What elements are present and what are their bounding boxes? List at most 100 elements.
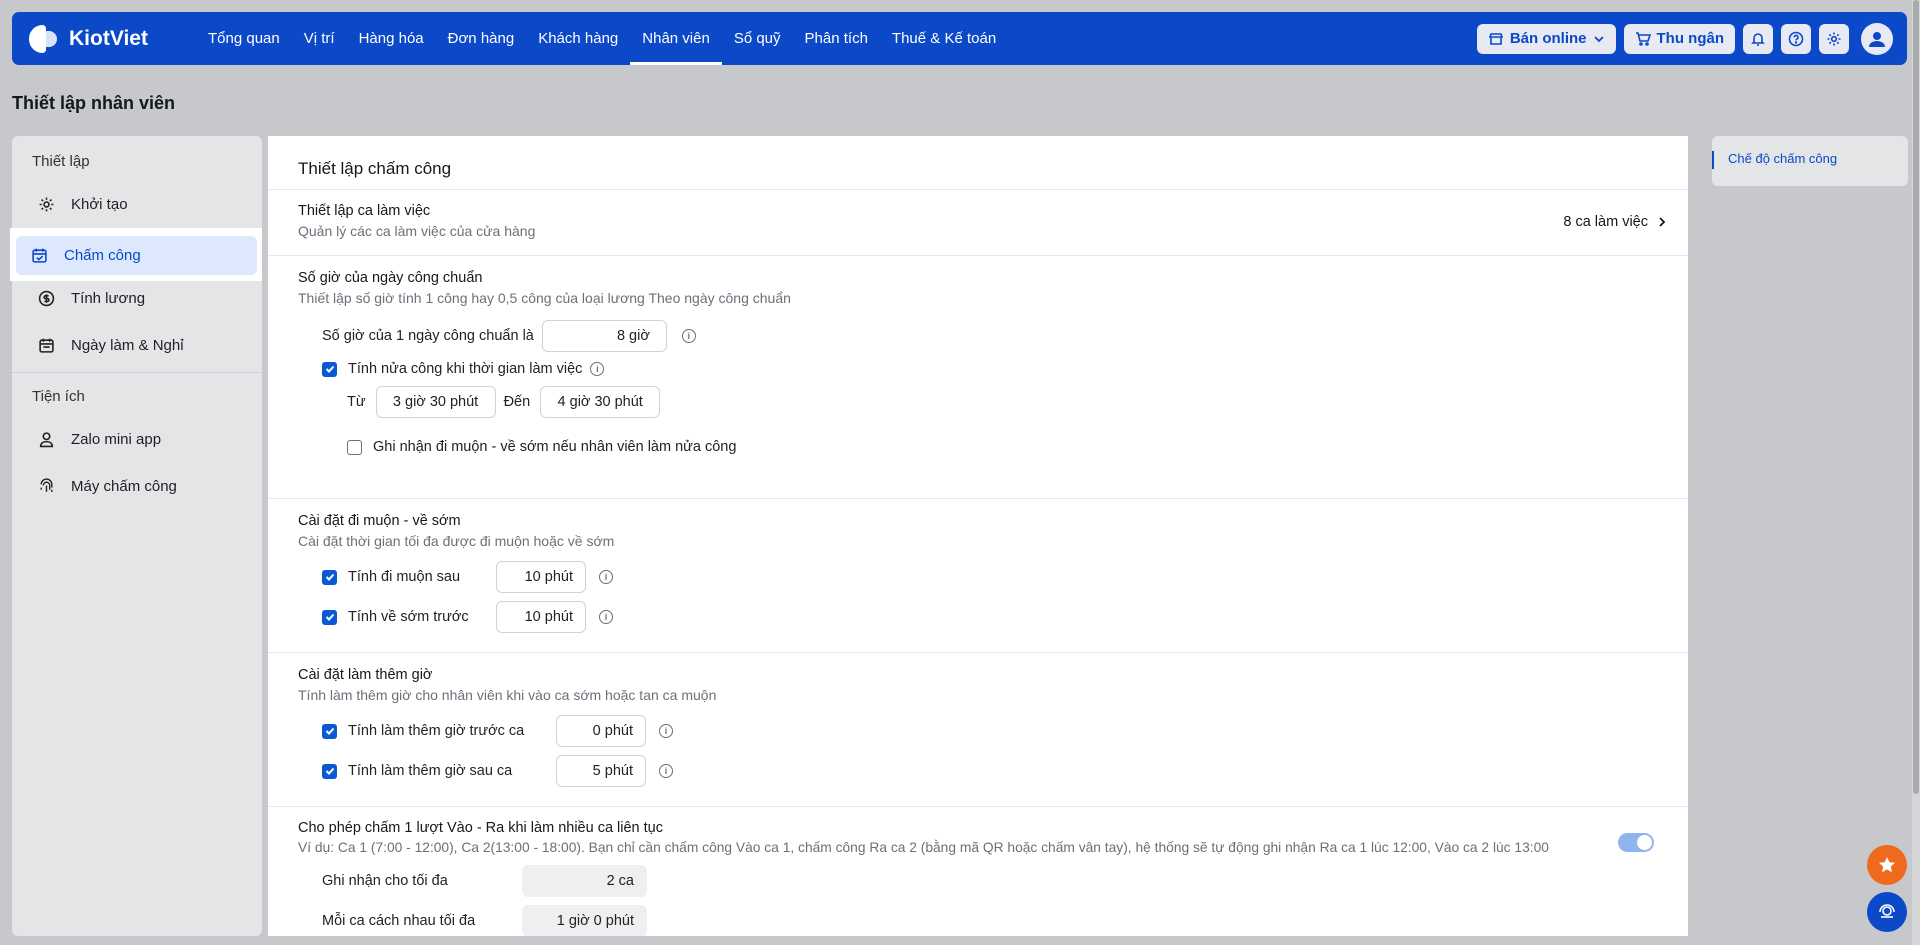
nav-hang-hoa[interactable]: Hàng hóa	[347, 12, 436, 65]
from-input[interactable]: 3 giờ 30 phút	[375, 386, 496, 418]
info-icon[interactable]: i	[599, 610, 613, 624]
overtime-after-checkbox[interactable]	[322, 763, 337, 779]
sidebar-group-tien-ich: Tiện ích	[32, 387, 85, 405]
sidebar-item-may-cham-cong[interactable]: Máy chấm công	[18, 466, 256, 506]
cart-icon	[1635, 31, 1651, 46]
sidebar-item-ngay-lam-nghi[interactable]: Ngày làm & Nghỉ	[18, 325, 256, 365]
help-button[interactable]	[1781, 23, 1811, 54]
gear-icon	[1827, 32, 1841, 45]
early-minutes-input[interactable]: 10 phút	[496, 601, 586, 633]
info-icon[interactable]: i	[590, 362, 605, 376]
rating-fab[interactable]	[1867, 845, 1907, 885]
sidebar-item-cham-cong[interactable]: Chấm công	[16, 236, 257, 275]
nav-vi-tri[interactable]: Vị trí	[292, 12, 347, 65]
late-minutes-input[interactable]: 10 phút	[496, 561, 586, 593]
info-icon[interactable]: i	[659, 724, 673, 738]
half-day-label: Tính nửa công khi thời gian làm việc	[348, 361, 583, 377]
multi-shift-title: Cho phép chấm 1 lượt Vào - Ra khi làm nh…	[298, 820, 663, 836]
shift-gap-label: Mỗi ca cách nhau tối đa	[322, 913, 476, 929]
nav-so-quy[interactable]: Sổ quỹ	[722, 12, 793, 65]
early-label: Tính về sớm trước	[348, 609, 469, 625]
nav-tong-quan[interactable]: Tổng quan	[196, 12, 292, 65]
sidebar-group-thiet-lap: Thiết lập	[32, 152, 90, 170]
kiotviet-logo[interactable]: KiotViet	[27, 22, 167, 56]
dollar-circle-icon	[38, 290, 55, 306]
sidebar-item-label: Chấm công	[64, 247, 141, 264]
user-avatar[interactable]	[1861, 22, 1893, 55]
attendance-settings-panel: Thiết lập chấm công Thiết lập ca làm việ…	[268, 136, 1688, 936]
standard-hours-label: Số giờ của 1 ngày công chuẩn là	[322, 328, 534, 344]
late-early-section: Cài đặt đi muộn - về sớm Cài đặt thời gi…	[268, 499, 1688, 653]
thu-ngan-label: Thu ngân	[1656, 30, 1725, 47]
nav-don-hang[interactable]: Đơn hàng	[436, 12, 527, 65]
standard-day-desc: Thiết lập số giờ tính 1 công hay 0,5 côn…	[298, 290, 791, 306]
page-title: Thiết lập nhân viên	[12, 93, 176, 113]
overtime-after-input[interactable]: 5 phút	[556, 755, 646, 787]
standard-day-section: Số giờ của ngày công chuẩn Thiết lập số …	[268, 256, 1688, 499]
gear-icon	[39, 197, 54, 211]
overtime-before-checkbox[interactable]	[322, 723, 337, 739]
brand-name: KiotViet	[69, 26, 148, 50]
shift-settings-row[interactable]: Thiết lập ca làm việc Quản lý các ca làm…	[268, 190, 1688, 256]
info-icon[interactable]: i	[659, 764, 673, 778]
ban-online-button[interactable]: Bán online	[1476, 23, 1616, 54]
late-early-desc: Cài đặt thời gian tối đa được đi muộn ho…	[298, 533, 615, 549]
multi-shift-desc: Ví dụ: Ca 1 (7:00 - 12:00), Ca 2(13:00 -…	[298, 840, 1549, 855]
page-scrollbar[interactable]	[1912, 0, 1920, 945]
shift-settings-desc: Quản lý các ca làm việc của cửa hàng	[298, 223, 536, 239]
top-right-actions: Bán online Thu ngân	[1476, 22, 1893, 55]
to-label: Đến	[503, 394, 531, 410]
shift-count-link[interactable]: 8 ca làm việc	[1563, 214, 1668, 230]
multi-shift-section: Cho phép chấm 1 lượt Vào - Ra khi làm nh…	[268, 807, 1688, 936]
panel-title: Thiết lập chấm công	[268, 136, 1688, 190]
sidebar-item-tinh-luong[interactable]: Tính lương	[18, 278, 256, 318]
check-icon	[325, 613, 334, 621]
sidebar-divider	[12, 372, 262, 373]
late-label: Tính đi muộn sau	[348, 569, 461, 585]
late-early-title: Cài đặt đi muộn - về sớm	[298, 513, 461, 529]
late-checkbox[interactable]	[322, 569, 337, 585]
fingerprint-icon	[40, 477, 53, 492]
nav-thue-ke-toan[interactable]: Thuế & Kế toán	[880, 12, 1008, 65]
info-icon[interactable]: i	[681, 329, 696, 343]
user-icon	[1869, 31, 1885, 47]
standard-hours-input[interactable]: 8 giờ	[541, 320, 667, 352]
anchor-link-che-do-cham-cong[interactable]: Chế độ chấm công	[1712, 151, 1837, 169]
user-icon	[39, 431, 54, 447]
to-input[interactable]: 4 giờ 30 phút	[540, 386, 661, 418]
record-late-early-checkbox[interactable]	[347, 439, 362, 455]
max-shifts-input[interactable]: 2 ca	[522, 865, 647, 897]
check-icon	[325, 767, 334, 775]
star-icon	[1879, 857, 1895, 873]
settings-button[interactable]	[1819, 23, 1849, 54]
sidebar-item-label: Tính lương	[71, 289, 146, 307]
check-icon	[325, 365, 334, 373]
shift-count: 8 ca làm việc	[1563, 214, 1648, 230]
overtime-desc: Tính làm thêm giờ cho nhân viên khi vào …	[298, 687, 717, 703]
sidebar-item-label: Ngày làm & Nghỉ	[71, 336, 184, 354]
support-fab[interactable]	[1867, 892, 1907, 932]
calendar-check-icon	[32, 248, 47, 263]
half-day-checkbox[interactable]	[322, 361, 337, 377]
shift-settings-title: Thiết lập ca làm việc	[298, 203, 431, 219]
sidebar-item-zalo-mini-app[interactable]: Zalo mini app	[18, 419, 256, 459]
nav-khach-hang[interactable]: Khách hàng	[526, 12, 630, 65]
notification-button[interactable]	[1743, 23, 1773, 54]
headset-icon	[1879, 904, 1895, 918]
shift-gap-input[interactable]: 1 giờ 0 phút	[522, 905, 647, 936]
check-icon	[325, 727, 334, 735]
calendar-icon	[39, 338, 54, 353]
info-icon[interactable]: i	[599, 570, 613, 584]
early-checkbox[interactable]	[322, 609, 337, 625]
multi-shift-toggle[interactable]	[1618, 833, 1654, 852]
thu-ngan-button[interactable]: Thu ngân	[1623, 23, 1735, 54]
ban-online-label: Bán online	[1509, 30, 1587, 47]
nav-nhan-vien[interactable]: Nhân viên	[630, 12, 722, 65]
scrollbar-thumb[interactable]	[1913, 0, 1919, 794]
check-icon	[325, 573, 334, 581]
help-icon	[1788, 31, 1804, 46]
store-icon	[1488, 32, 1503, 45]
overtime-before-input[interactable]: 0 phút	[556, 715, 646, 747]
nav-phan-tich[interactable]: Phân tích	[793, 12, 880, 65]
sidebar-item-khoi-tao[interactable]: Khởi tạo	[18, 184, 256, 224]
